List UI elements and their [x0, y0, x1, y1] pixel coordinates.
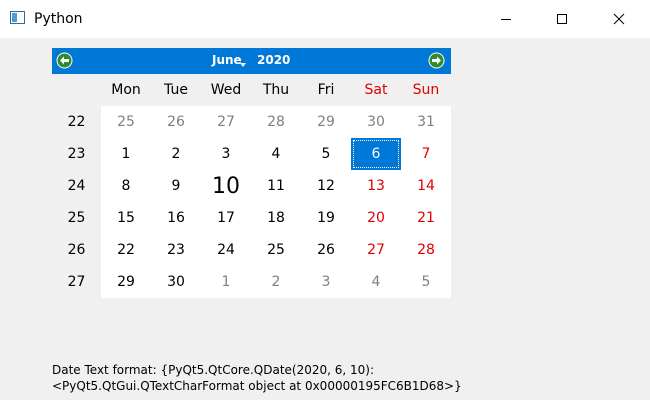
day-cell[interactable]: 28 [251, 106, 301, 138]
status-line-1: Date Text format: {PyQt5.QtCore.QDate(20… [52, 363, 375, 377]
day-cell[interactable]: 30 [151, 266, 201, 298]
previous-month-icon[interactable] [56, 52, 73, 69]
day-cell[interactable]: 5 [401, 266, 451, 298]
day-cell[interactable]: 28 [401, 234, 451, 266]
day-cell[interactable]: 31 [401, 106, 451, 138]
day-cell[interactable]: 30 [351, 106, 401, 138]
day-cell[interactable]: 18 [251, 202, 301, 234]
selected-day-cell[interactable]: 6 [351, 138, 401, 170]
day-cell[interactable]: 12 [301, 170, 351, 202]
week-number: 27 [67, 274, 86, 290]
weekday-header-fri: Fri [317, 82, 335, 98]
day-cell[interactable]: 3 [201, 138, 251, 170]
day-cell[interactable]: 19 [301, 202, 351, 234]
day-cell[interactable]: 25 [251, 234, 301, 266]
day-cell[interactable]: 13 [351, 170, 401, 202]
maximize-icon [557, 14, 567, 24]
day-cell[interactable]: 8 [101, 170, 151, 202]
calendar-day-grid: 25 26 27 28 29 30 31 1 2 3 4 5 6 7 8 9 10 11 12 13 14 15 16 17 1… [101, 106, 451, 298]
next-month-icon[interactable] [428, 52, 445, 69]
chevron-down-icon [240, 63, 246, 67]
calendar-navigation-bar: June 2020 [52, 48, 451, 74]
day-cell[interactable]: 29 [101, 266, 151, 298]
day-cell[interactable]: 2 [151, 138, 201, 170]
date-text-format-label: Date Text format: {PyQt5.QtCore.QDate(20… [52, 362, 462, 394]
day-cell[interactable]: 14 [401, 170, 451, 202]
week-number: 26 [67, 242, 86, 258]
day-cell[interactable]: 26 [301, 234, 351, 266]
day-cell[interactable]: 1 [101, 138, 151, 170]
day-cell[interactable]: 25 [101, 106, 151, 138]
day-cell[interactable]: 3 [301, 266, 351, 298]
day-cell[interactable]: 1 [201, 266, 251, 298]
day-cell[interactable]: 9 [151, 170, 201, 202]
week-number: 25 [67, 210, 86, 226]
year-selector[interactable]: 2020 [257, 53, 290, 67]
day-cell[interactable]: 24 [201, 234, 251, 266]
day-cell[interactable]: 7 [401, 138, 451, 170]
day-cell[interactable]: 2 [251, 266, 301, 298]
close-icon [613, 13, 625, 25]
weekday-header-tue: Tue [164, 82, 188, 98]
day-cell[interactable]: 27 [351, 234, 401, 266]
weekday-header-thu: Thu [262, 82, 290, 98]
window-title: Python [34, 11, 83, 27]
weekday-header-sat: Sat [364, 82, 388, 98]
day-cell[interactable]: 4 [351, 266, 401, 298]
status-line-2: <PyQt5.QtGui.QTextCharFormat object at 0… [52, 379, 462, 393]
weekday-header-row: Mon Tue Wed Thu Fri Sat Sun [52, 74, 451, 106]
day-cell[interactable]: 10 [201, 170, 251, 202]
day-cell[interactable]: 4 [251, 138, 301, 170]
close-button[interactable] [596, 0, 642, 38]
day-cell[interactable]: 29 [301, 106, 351, 138]
minimize-icon [501, 19, 511, 20]
week-number: 24 [67, 178, 86, 194]
minimize-button[interactable] [483, 0, 529, 38]
day-cell[interactable]: 23 [151, 234, 201, 266]
title-bar: Python [0, 0, 650, 38]
app-window-icon [10, 11, 25, 24]
maximize-button[interactable] [539, 0, 585, 38]
day-cell[interactable]: 26 [151, 106, 201, 138]
week-number: 22 [67, 114, 86, 130]
day-cell[interactable]: 11 [251, 170, 301, 202]
day-cell[interactable]: 16 [151, 202, 201, 234]
day-cell[interactable]: 5 [301, 138, 351, 170]
weekday-header-sun: Sun [412, 82, 440, 98]
week-number-column: 22 23 24 25 26 27 [52, 106, 101, 298]
month-selector[interactable]: June [212, 53, 242, 67]
day-cell[interactable]: 15 [101, 202, 151, 234]
day-cell[interactable]: 21 [401, 202, 451, 234]
day-cell[interactable]: 20 [351, 202, 401, 234]
weekday-header-wed: Wed [210, 82, 242, 98]
weekday-header-mon: Mon [111, 82, 141, 98]
day-cell[interactable]: 22 [101, 234, 151, 266]
week-number: 23 [67, 146, 86, 162]
day-cell[interactable]: 17 [201, 202, 251, 234]
day-cell[interactable]: 27 [201, 106, 251, 138]
